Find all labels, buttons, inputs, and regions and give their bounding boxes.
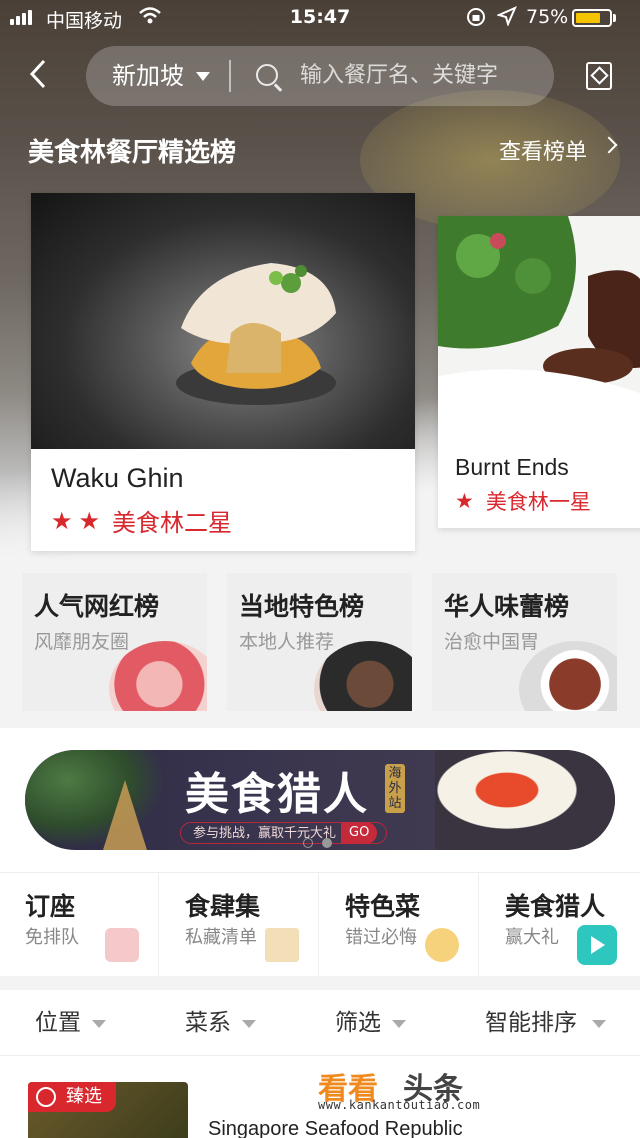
rank-tile-local[interactable]: 当地特色榜 本地人推荐 xyxy=(227,573,412,711)
star-icon: ★ xyxy=(78,506,101,535)
view-ranking-link[interactable]: 查看榜单 xyxy=(499,134,587,166)
status-bar: 中国移动 15:47 75% xyxy=(0,0,640,36)
list-item-name: Singapore Seafood Republic xyxy=(208,1118,463,1138)
filter-options[interactable]: 筛选 xyxy=(335,990,381,1056)
restaurant-card[interactable]: Waku Ghin ★ ★ 美食林二星 xyxy=(31,193,415,551)
rank-tile-chinese[interactable]: 华人味蕾榜 治愈中国胃 xyxy=(432,573,617,711)
entry-subtitle: 赢大礼 xyxy=(505,927,559,948)
search-icon xyxy=(256,64,278,86)
tile-title: 华人味蕾榜 xyxy=(444,592,570,621)
restaurant-photo xyxy=(31,193,415,449)
battery-percent: 75% xyxy=(526,6,569,28)
tile-title: 人气网红榜 xyxy=(34,592,160,621)
bowl-icon xyxy=(425,928,459,962)
watermark-url: www.kankantoutiao.com xyxy=(318,1098,481,1112)
chevron-left-icon xyxy=(29,59,46,89)
restaurant-name: Waku Ghin xyxy=(51,463,184,493)
caret-down-icon xyxy=(592,1020,606,1028)
battery-icon xyxy=(572,9,612,27)
restaurant-photo xyxy=(438,216,640,430)
tile-subtitle: 治愈中国胃 xyxy=(444,631,540,653)
back-button[interactable] xyxy=(28,58,58,98)
calendar-icon xyxy=(105,928,139,962)
search-divider xyxy=(229,60,231,92)
banner-go-button[interactable]: GO xyxy=(341,822,378,844)
entry-title: 美食猎人 xyxy=(505,892,606,921)
dish-image xyxy=(438,216,640,430)
rotation-lock-icon xyxy=(465,6,487,33)
rank-tile-popular[interactable]: 人气网红榜 风靡朋友圈 xyxy=(22,573,207,711)
entry-subtitle: 私藏清单 xyxy=(185,927,257,948)
carousel-dots xyxy=(303,838,332,848)
promo-banner[interactable]: 美食猎人 海外站 参与挑战，赢取千元大礼 GO xyxy=(25,750,615,850)
entry-reservation[interactable]: 订座 免排队 xyxy=(0,873,159,977)
entry-title: 订座 xyxy=(25,892,76,921)
rating-label: 美食林一星 xyxy=(485,490,591,514)
caret-down-icon xyxy=(392,1020,406,1028)
banner-badge: 海外站 xyxy=(385,764,405,813)
bookmark-icon[interactable] xyxy=(586,62,612,90)
tile-subtitle: 本地人推荐 xyxy=(239,631,335,653)
entry-title: 特色菜 xyxy=(345,892,421,921)
entry-subtitle: 错过必悔 xyxy=(345,927,417,948)
rating-label: 美食林二星 xyxy=(112,509,233,537)
star-icon: ★ xyxy=(51,506,73,535)
play-icon xyxy=(577,925,617,965)
entry-collection[interactable]: 食肆集 私藏清单 xyxy=(160,873,319,977)
carousel-dot[interactable] xyxy=(303,838,313,848)
filter-location[interactable]: 位置 xyxy=(35,990,81,1056)
banner-title: 美食猎人 xyxy=(185,769,369,820)
caret-down-icon xyxy=(242,1020,256,1028)
banner-tower xyxy=(103,780,147,850)
quick-entries: 订座 免排队 食肆集 私藏清单 特色菜 错过必悔 美食猎人 赢大礼 xyxy=(0,872,640,977)
rating: ★ ★ 美食林二星 xyxy=(51,503,232,538)
restaurant-card[interactable]: Burnt Ends ★ 美食林一星 xyxy=(438,216,640,528)
entry-signature-dishes[interactable]: 特色菜 错过必悔 xyxy=(320,873,479,977)
rating: ★ 美食林一星 xyxy=(455,486,591,516)
search-input[interactable]: 输入餐厅名、关键字 xyxy=(300,46,498,106)
entry-subtitle: 免排队 xyxy=(25,927,79,948)
tile-subtitle: 风靡朋友圈 xyxy=(34,631,130,653)
clipboard-icon xyxy=(265,928,299,962)
tile-title: 当地特色榜 xyxy=(239,592,365,621)
watermark-logo: 看看 头条 www.kankantoutiao.com xyxy=(318,1064,518,1114)
star-icon: ★ xyxy=(455,489,474,513)
banner-section: 美食猎人 海外站 参与挑战，赢取千元大礼 GO xyxy=(0,728,640,872)
caret-down-icon xyxy=(92,1020,106,1028)
filter-bar: 位置 菜系 筛选 智能排序 xyxy=(0,990,640,1056)
carousel-dot-active[interactable] xyxy=(322,838,332,848)
filter-cuisine[interactable]: 菜系 xyxy=(185,990,231,1056)
battery-cap xyxy=(613,14,616,22)
dish-image xyxy=(176,263,336,405)
entry-title: 食肆集 xyxy=(185,892,261,921)
caret-down-icon xyxy=(196,72,210,81)
banner-food-image xyxy=(435,750,615,850)
filter-sort[interactable]: 智能排序 xyxy=(485,990,577,1056)
section-title: 美食林餐厅精选榜 xyxy=(28,138,237,168)
city-selector[interactable]: 新加坡 xyxy=(112,46,184,106)
entry-food-hunter[interactable]: 美食猎人 赢大礼 xyxy=(480,873,639,977)
location-icon xyxy=(496,6,517,31)
restaurant-name: Burnt Ends xyxy=(455,454,569,480)
search-bar[interactable]: 新加坡 输入餐厅名、关键字 xyxy=(86,46,554,106)
featured-icon xyxy=(36,1087,56,1107)
